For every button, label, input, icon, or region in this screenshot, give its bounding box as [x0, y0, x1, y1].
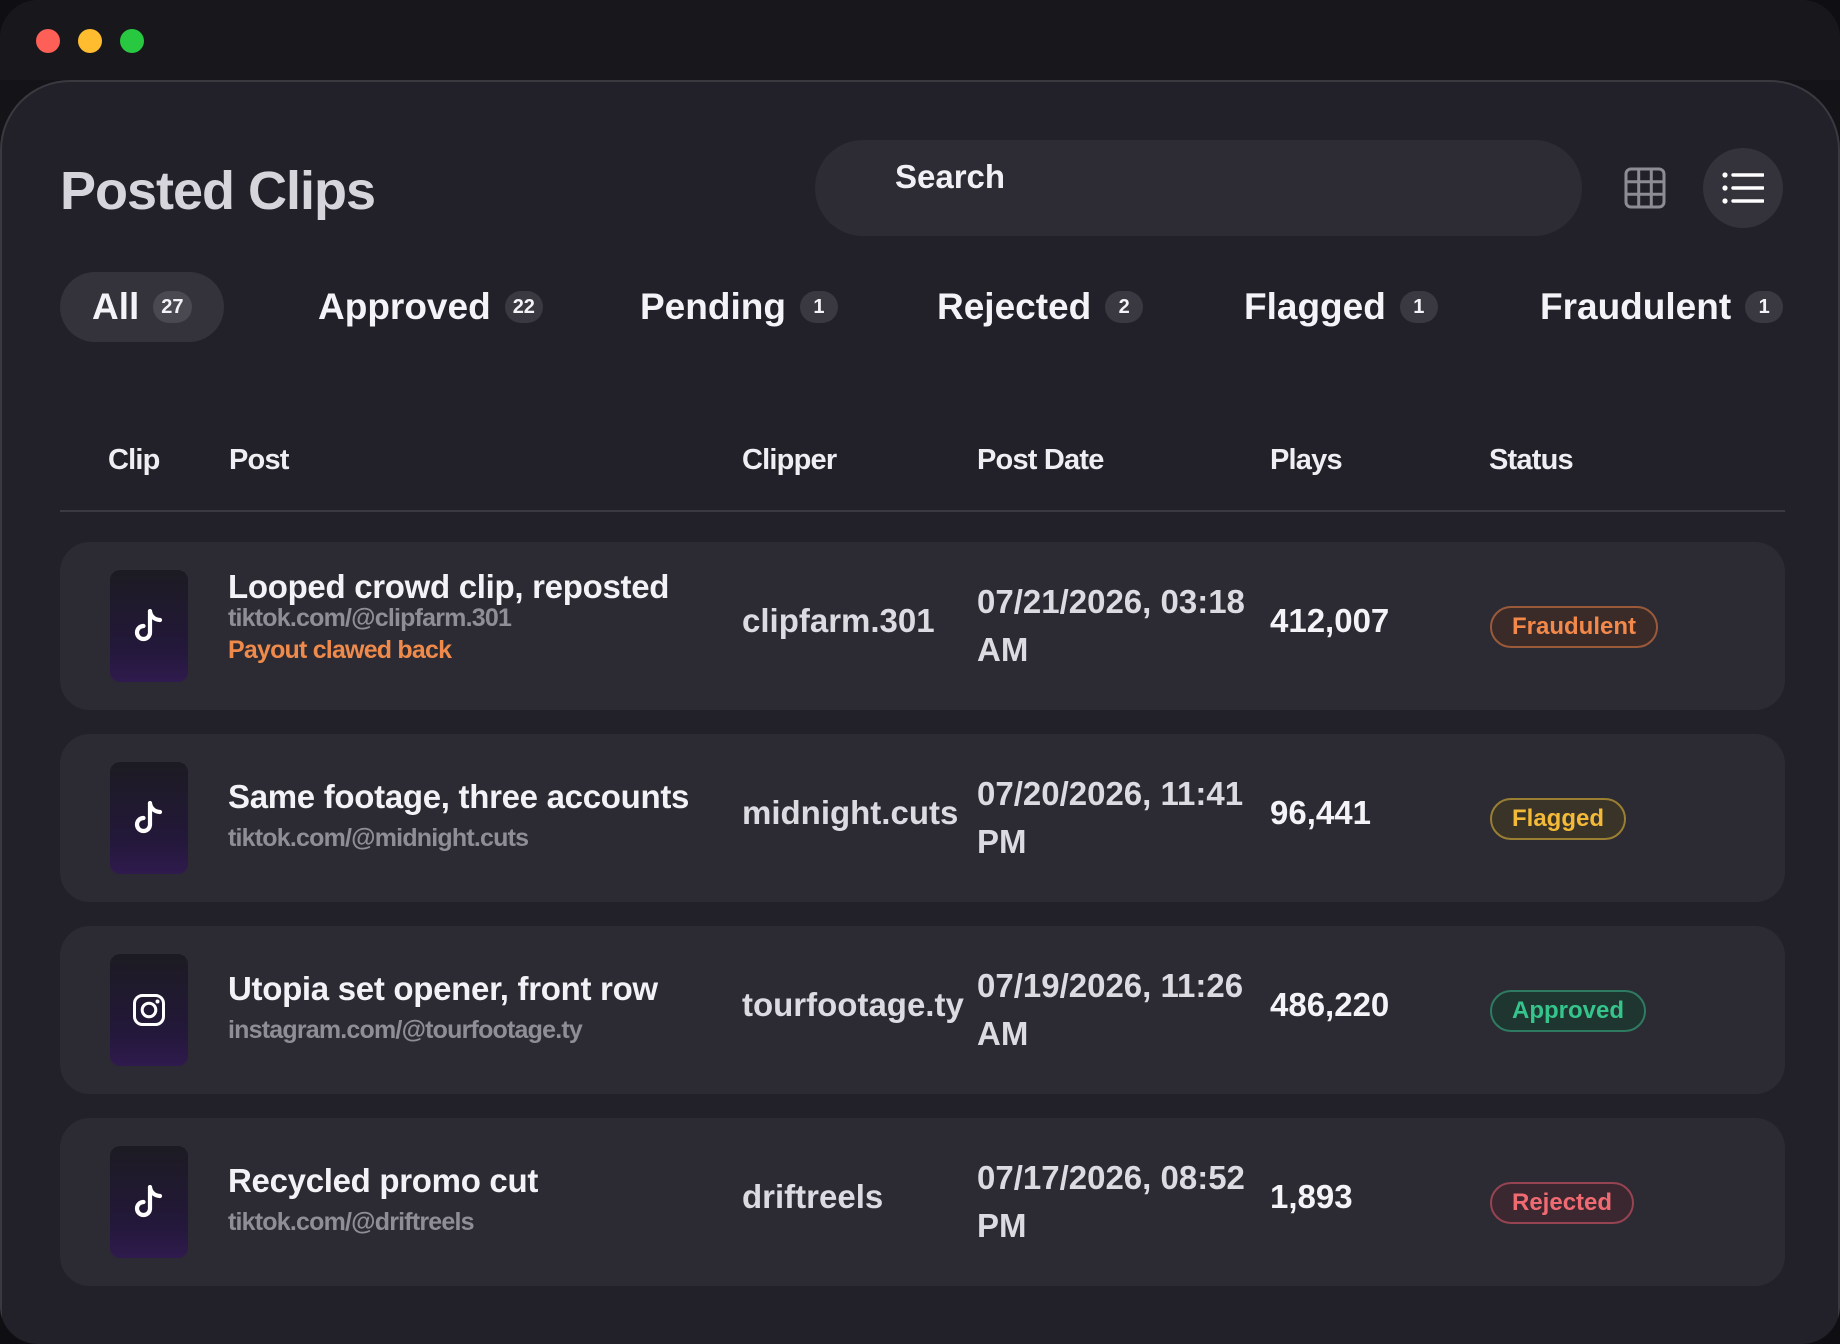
- clipper-name: clipfarm.301: [742, 602, 935, 639]
- search-placeholder: Search: [895, 158, 1006, 195]
- post-title[interactable]: Utopia set opener, front row: [228, 970, 658, 1008]
- payout-note: Payout clawed back: [228, 636, 452, 664]
- post-date: 07/19/2026, 11:26 AM: [977, 967, 1244, 1052]
- tab-fraudulent[interactable]: Fraudulent 1: [1540, 272, 1784, 342]
- post-url[interactable]: tiktok.com/@midnight.cuts: [228, 824, 529, 853]
- tab-approved[interactable]: Approved 22: [318, 272, 543, 342]
- plays-count: 412,007: [1270, 602, 1390, 639]
- list-view-button[interactable]: [1703, 148, 1783, 228]
- clip-thumbnail[interactable]: [110, 1146, 188, 1258]
- tab-count-badge: 1: [799, 291, 838, 323]
- main-panel: Posted Clips Search All 27 Approved 22 P…: [0, 80, 1840, 1344]
- post-date: 07/20/2026, 11:41 PM: [977, 775, 1244, 860]
- post-url[interactable]: instagram.com/@tourfootage.ty: [228, 1016, 583, 1045]
- tab-count-badge: 2: [1105, 291, 1144, 323]
- status-badge: Fraudulent: [1490, 606, 1658, 648]
- tab-label: Flagged: [1244, 286, 1386, 327]
- table-header: Clip Post Clipper Post Date Plays Status: [60, 422, 1785, 512]
- status-badge: Rejected: [1490, 1182, 1635, 1224]
- app-window: Posted Clips Search All 27 Approved 22 P…: [0, 0, 1840, 1344]
- post-title[interactable]: Same footage, three accounts: [228, 778, 689, 816]
- zoom-window-button[interactable]: [120, 29, 144, 53]
- status-badge: Flagged: [1490, 798, 1627, 840]
- tab-count-badge: 22: [504, 291, 543, 323]
- table-row[interactable]: Recycled promo cut tiktok.com/@driftreel…: [60, 1118, 1785, 1286]
- tiktok-icon: [134, 801, 163, 834]
- status-filter-tabs: All 27 Approved 22 Pending 1 Rejected 2 …: [60, 272, 1785, 342]
- list-icon: [1722, 172, 1764, 204]
- tiktok-icon: [134, 609, 163, 642]
- tab-label: Pending: [640, 286, 786, 327]
- clipper-name: tourfootage.ty: [742, 986, 964, 1023]
- table-row[interactable]: Same footage, three accounts tiktok.com/…: [60, 734, 1785, 902]
- clip-thumbnail[interactable]: [110, 954, 188, 1066]
- column-header-post[interactable]: Post: [229, 444, 289, 477]
- clip-thumbnail[interactable]: [110, 762, 188, 874]
- post-url[interactable]: tiktok.com/@driftreels: [228, 1208, 475, 1237]
- column-header-post-date[interactable]: Post Date: [977, 444, 1104, 477]
- tab-label: Fraudulent: [1540, 286, 1732, 327]
- column-header-plays[interactable]: Plays: [1270, 444, 1343, 477]
- column-header-clipper[interactable]: Clipper: [742, 444, 837, 477]
- search-input[interactable]: Search: [815, 140, 1582, 236]
- post-url[interactable]: tiktok.com/@clipfarm.301: [228, 604, 512, 633]
- tiktok-icon: [134, 1185, 163, 1218]
- column-header-status[interactable]: Status: [1489, 444, 1574, 477]
- tab-pending[interactable]: Pending 1: [640, 272, 838, 342]
- table-row[interactable]: Utopia set opener, front row instagram.c…: [60, 926, 1785, 1094]
- instagram-icon: [133, 994, 165, 1026]
- tab-label: Rejected: [937, 286, 1092, 327]
- column-header-clip[interactable]: Clip: [108, 444, 160, 477]
- tab-count-badge: 27: [153, 291, 192, 323]
- plays-count: 486,220: [1270, 986, 1390, 1023]
- tab-flagged[interactable]: Flagged 1: [1244, 272, 1438, 342]
- tab-label: All: [92, 286, 140, 327]
- clipper-name: midnight.cuts: [742, 794, 959, 831]
- post-date: 07/17/2026, 08:52 PM: [977, 1159, 1245, 1244]
- post-date: 07/21/2026, 03:18 AM: [977, 583, 1245, 668]
- plays-count: 96,441: [1270, 794, 1371, 831]
- tab-rejected[interactable]: Rejected 2: [937, 272, 1144, 342]
- minimize-window-button[interactable]: [78, 29, 102, 53]
- post-title[interactable]: Looped crowd clip, reposted: [228, 568, 669, 606]
- status-badge: Approved: [1490, 990, 1647, 1032]
- tab-label: Approved: [318, 286, 491, 327]
- tab-count-badge: 1: [1399, 291, 1438, 323]
- title-bar: [0, 0, 1840, 80]
- tab-count-badge: 1: [1745, 291, 1784, 323]
- plays-count: 1,893: [1270, 1178, 1353, 1215]
- page-title: Posted Clips: [60, 161, 376, 221]
- grid-view-button[interactable]: [1622, 165, 1668, 211]
- table-row[interactable]: Looped crowd clip, reposted tiktok.com/@…: [60, 542, 1785, 710]
- tab-all[interactable]: All 27: [60, 272, 224, 342]
- post-title[interactable]: Recycled promo cut: [228, 1162, 538, 1200]
- grid-icon: [1624, 167, 1666, 209]
- clipper-name: driftreels: [742, 1178, 884, 1215]
- close-window-button[interactable]: [36, 29, 60, 53]
- clip-thumbnail[interactable]: [110, 570, 188, 682]
